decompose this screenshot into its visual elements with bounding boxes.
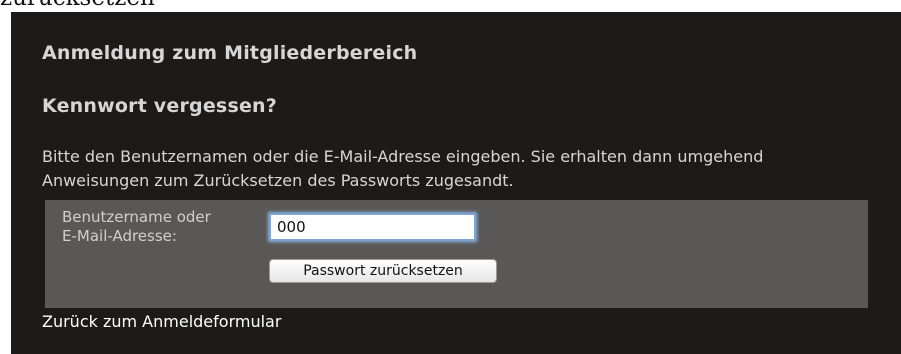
username-email-label-line1: Benutzername oder [62,208,211,226]
reset-password-form: Benutzername oder E-Mail-Adresse: Passwo… [45,200,868,308]
instructions-text: Bitte den Benutzernamen oder die E-Mail-… [42,147,764,190]
username-email-input[interactable] [270,214,475,240]
back-to-login-link[interactable]: Zurück zum Anmeldeformular [42,312,281,331]
panel-heading: Anmeldung zum Mitgliederbereich [42,42,418,64]
username-email-label-line2: E-Mail-Adresse: [62,227,177,245]
page-title-text: zurücksetzen [0,0,155,12]
login-panel: Anmeldung zum Mitgliederbereich Kennwort… [11,12,901,354]
forgot-password-heading: Kennwort vergessen? [42,95,277,117]
reset-password-button[interactable]: Passwort zurücksetzen [269,259,497,283]
username-email-label: Benutzername oder E-Mail-Adresse: [62,208,262,246]
page-title: zurücksetzen [0,0,901,12]
